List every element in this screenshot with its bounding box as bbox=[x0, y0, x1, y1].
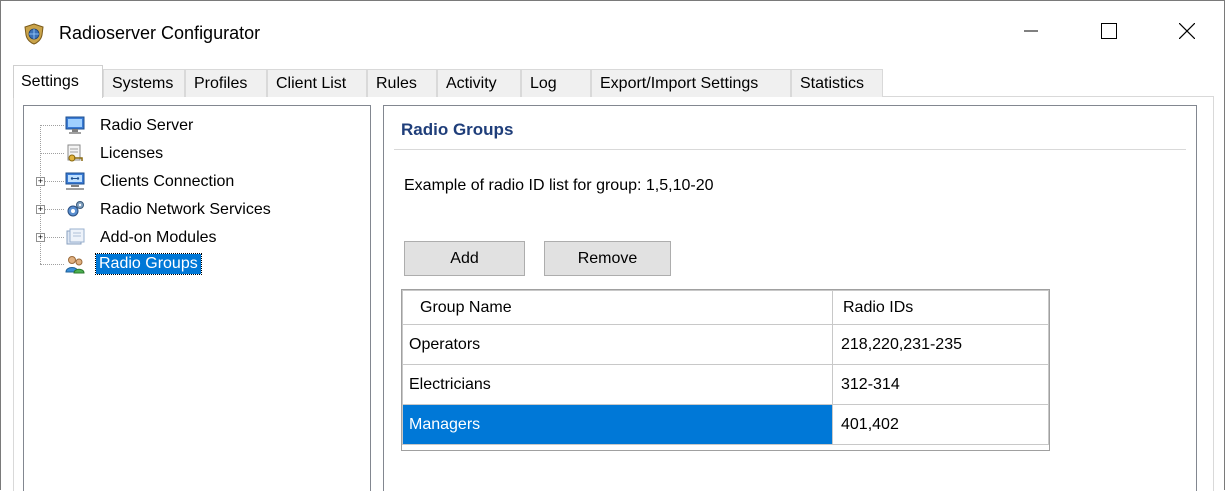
tab-settings[interactable]: Settings bbox=[13, 65, 103, 98]
add-button[interactable]: Add bbox=[404, 241, 525, 276]
radio-ids-cell[interactable]: 312-314 bbox=[832, 364, 1049, 405]
tab-log[interactable]: Log bbox=[521, 69, 591, 97]
tree-connector bbox=[40, 125, 64, 126]
tree-connector bbox=[40, 125, 41, 264]
maximize-button[interactable] bbox=[1069, 1, 1149, 65]
tab-label: Rules bbox=[376, 74, 417, 92]
group-name-cell[interactable]: Electricians bbox=[402, 364, 833, 405]
users-group-icon bbox=[64, 254, 86, 274]
remove-button[interactable]: Remove bbox=[544, 241, 671, 276]
expand-icon[interactable]: + bbox=[36, 205, 45, 214]
tab-label: Statistics bbox=[800, 74, 865, 92]
close-button[interactable] bbox=[1147, 1, 1225, 65]
tab-label: Log bbox=[530, 74, 557, 92]
tab-rules[interactable]: Rules bbox=[367, 69, 437, 97]
tab-label: Activity bbox=[446, 74, 497, 92]
tab-label: Systems bbox=[112, 74, 174, 92]
minimize-icon bbox=[1024, 24, 1038, 43]
tab-activity[interactable]: Activity bbox=[437, 69, 521, 97]
tree-item-clients-connection[interactable]: Clients Connection bbox=[100, 172, 234, 192]
table-row[interactable]: Operators 218,220,231-235 bbox=[402, 324, 1049, 365]
tab-label: Export/Import Settings bbox=[600, 74, 759, 92]
network-icon bbox=[64, 171, 86, 191]
tab-client-list[interactable]: Client List bbox=[267, 69, 367, 97]
radio-ids-cell[interactable]: 218,220,231-235 bbox=[832, 324, 1049, 365]
radio-id-hint: Example of radio ID list for group: 1,5,… bbox=[404, 177, 714, 194]
tab-statistics[interactable]: Statistics bbox=[791, 69, 883, 97]
title-divider bbox=[394, 149, 1186, 150]
gears-icon bbox=[64, 199, 86, 219]
tab-label: Settings bbox=[21, 73, 79, 90]
table-row[interactable]: Electricians 312-314 bbox=[402, 364, 1049, 405]
tree-item-radio-server[interactable]: Radio Server bbox=[100, 116, 193, 136]
maximize-icon bbox=[1101, 22, 1117, 44]
group-name-cell[interactable]: Operators bbox=[402, 324, 833, 365]
radio-ids-cell[interactable]: 401,402 bbox=[832, 404, 1049, 445]
tree-item-add-on-modules[interactable]: Add-on Modules bbox=[100, 228, 217, 248]
expand-icon[interactable]: + bbox=[36, 177, 45, 186]
radio-groups-grid[interactable]: Group Name Radio IDs Operators 218,220,2… bbox=[401, 289, 1050, 451]
group-name-cell[interactable]: Managers bbox=[402, 404, 833, 445]
column-header-radio-ids[interactable]: Radio IDs bbox=[832, 290, 1049, 325]
tree-item-radio-network-services[interactable]: Radio Network Services bbox=[100, 200, 271, 220]
window-title: Radioserver Configurator bbox=[59, 23, 261, 43]
tree-connector bbox=[40, 264, 64, 265]
modules-icon bbox=[64, 227, 86, 247]
tree-connector bbox=[40, 153, 64, 154]
tree-item-licenses[interactable]: Licenses bbox=[100, 144, 163, 164]
table-row-selected[interactable]: Managers 401,402 bbox=[402, 404, 1049, 445]
license-key-icon bbox=[64, 143, 86, 163]
tab-profiles[interactable]: Profiles bbox=[185, 69, 267, 97]
column-header-group-name[interactable]: Group Name bbox=[402, 290, 833, 325]
grid-header-row: Group Name Radio IDs bbox=[402, 290, 1049, 325]
minimize-button[interactable] bbox=[991, 1, 1071, 65]
tab-systems[interactable]: Systems bbox=[103, 69, 185, 97]
page-title: Radio Groups bbox=[401, 120, 514, 139]
tab-export-import-settings[interactable]: Export/Import Settings bbox=[591, 69, 791, 97]
title-bar[interactable]: Radioserver Configurator bbox=[1, 1, 1224, 65]
tab-label: Profiles bbox=[194, 74, 248, 92]
shield-globe-icon bbox=[23, 23, 45, 45]
close-icon bbox=[1178, 22, 1196, 44]
monitor-icon bbox=[64, 115, 86, 135]
tree-item-radio-groups[interactable]: Radio Groups bbox=[95, 253, 202, 275]
app-window: Radioserver Configurator Settings System… bbox=[0, 0, 1225, 491]
expand-icon[interactable]: + bbox=[36, 233, 45, 242]
tab-label: Client List bbox=[276, 74, 347, 92]
